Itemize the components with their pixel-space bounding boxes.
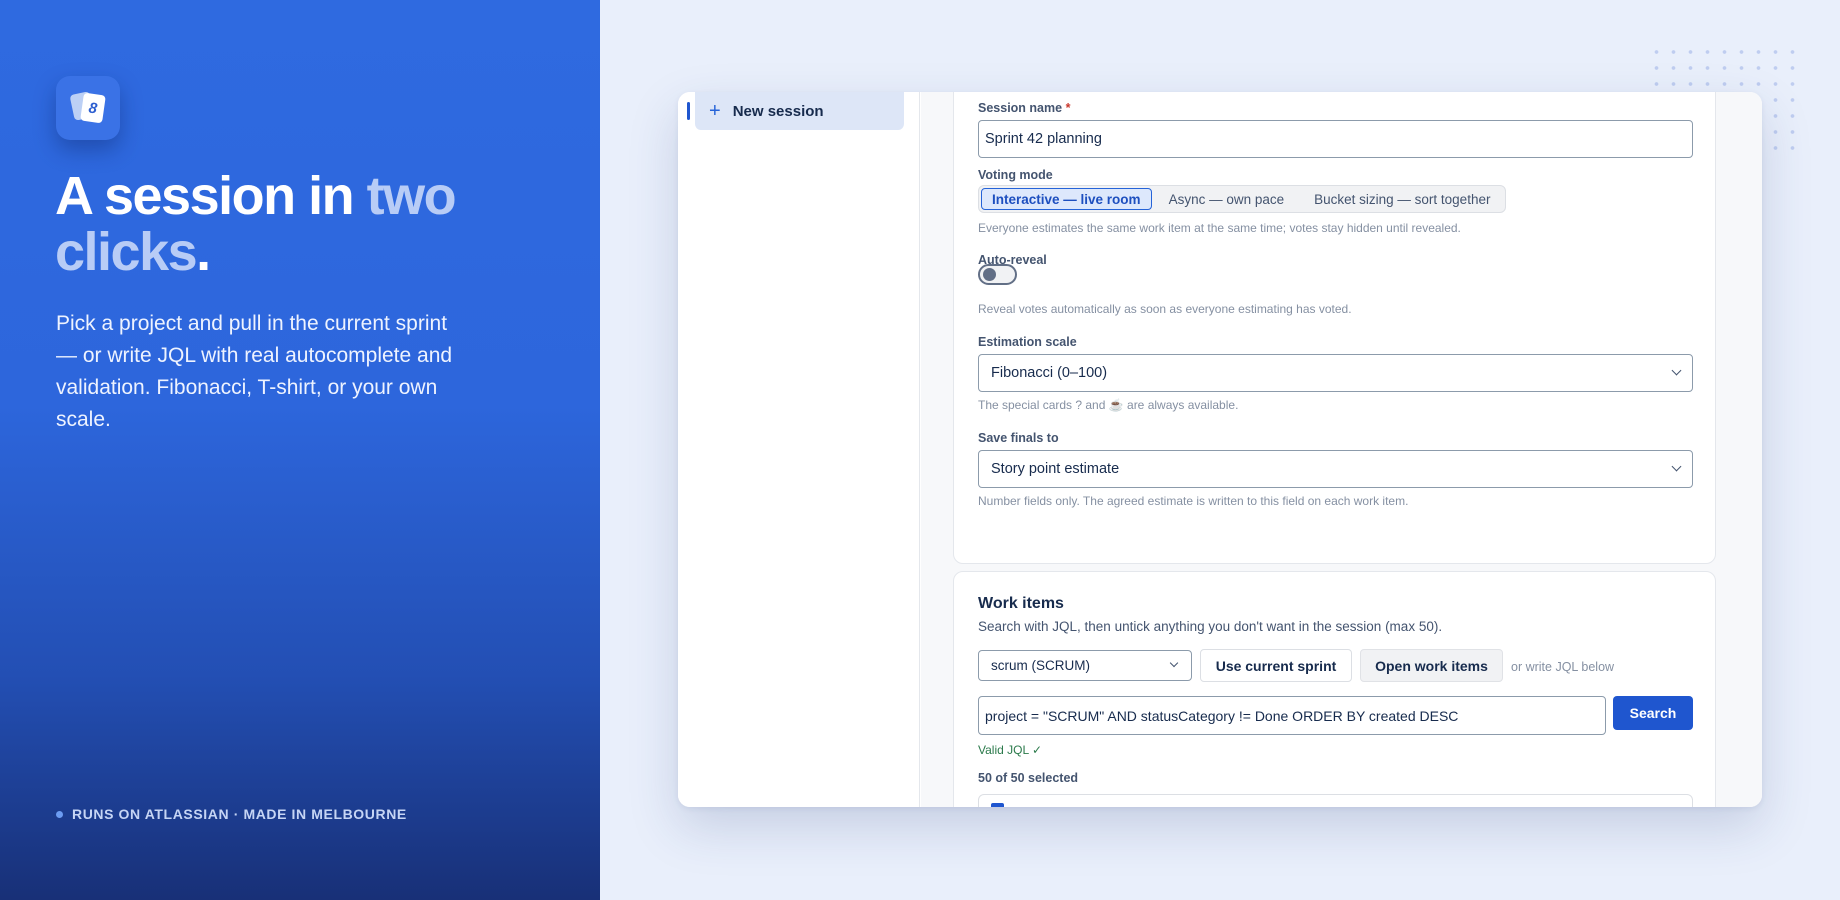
estimation-scale-select[interactable]: Fibonacci (0–100): [978, 354, 1693, 392]
required-mark: *: [1065, 101, 1071, 115]
logo-card-front: 8: [80, 92, 106, 124]
save-finals-value: Story point estimate: [991, 461, 1120, 477]
work-items-title: Work items: [978, 595, 1064, 612]
chevron-down-icon: [1671, 365, 1682, 376]
voting-mode-help: Everyone estimates the same work item at…: [978, 221, 1461, 235]
app-window: + New session Session name * Sprint 42 p…: [678, 92, 1762, 807]
hero-lead: Pick a project and pull in the current s…: [56, 312, 453, 431]
voting-mode-segmented-control: Interactive — live room Async — own pace…: [978, 185, 1507, 213]
project-select-value: scrum (SCRUM): [991, 658, 1090, 673]
hero-title-main: A session in: [55, 166, 367, 226]
main-content: Session name * Sprint 42 planning Voting…: [921, 92, 1762, 807]
save-finals-help: Number fields only. The agreed estimate …: [978, 494, 1409, 508]
sidebar: + New session: [678, 92, 920, 807]
plus-icon: +: [709, 100, 721, 122]
hero-panel: 8 A session in two clicks. Pick a project…: [0, 0, 600, 900]
chevron-down-icon: [1671, 461, 1682, 472]
or-write-jql-hint: or write JQL below: [1511, 660, 1615, 674]
jql-value: project = "SCRUM" AND statusCategory != …: [985, 707, 1459, 724]
estimation-scale-label: Estimation scale: [978, 335, 1077, 349]
chevron-down-icon: [1169, 658, 1179, 668]
session-name-input[interactable]: Sprint 42 planning: [978, 120, 1693, 158]
voting-mode-label: Voting mode: [978, 168, 1053, 182]
voting-mode-async[interactable]: Async — own pace: [1156, 188, 1298, 210]
sidebar-item-label: New session: [732, 102, 824, 120]
app-logo: 8: [56, 76, 120, 140]
hero-title-end: .: [196, 222, 211, 282]
save-finals-select[interactable]: Story point estimate: [978, 450, 1693, 488]
work-items-subtitle: Search with JQL, then untick anything yo…: [978, 619, 1443, 634]
estimation-scale-help: The special cards ? and ☕ are always ava…: [978, 398, 1239, 412]
voting-mode-bucket[interactable]: Bucket sizing — sort together: [1301, 188, 1503, 210]
toggle-knob: [983, 268, 996, 281]
jql-valid-status: Valid JQL ✓: [978, 743, 1043, 757]
auto-reveal-help: Reveal votes automatically as soon as ev…: [978, 302, 1352, 316]
session-name-label-text: Session name: [978, 101, 1063, 115]
save-finals-label: Save finals to: [978, 431, 1059, 445]
hero-footer-text: RUNS ON ATLASSIAN · MADE IN MELBOURNE: [72, 806, 407, 822]
hero-title: A session in two clicks.: [55, 168, 575, 280]
hero-footer: RUNS ON ATLASSIAN · MADE IN MELBOURNE: [56, 806, 407, 822]
project-select[interactable]: scrum (SCRUM): [978, 650, 1192, 681]
work-items-list: [978, 794, 1693, 807]
work-items-panel: Work items Search with JQL, then untick …: [953, 571, 1716, 807]
auto-reveal-toggle[interactable]: [978, 264, 1017, 285]
voting-mode-interactive[interactable]: Interactive — live room: [981, 188, 1152, 210]
sidebar-item-new-session[interactable]: + New session: [695, 92, 904, 130]
open-work-items-button[interactable]: Open work items: [1360, 649, 1503, 682]
session-name-label: Session name *: [978, 101, 1070, 115]
use-current-sprint-button[interactable]: Use current sprint: [1200, 649, 1352, 682]
selected-count: 50 of 50 selected: [978, 771, 1079, 785]
search-button[interactable]: Search: [1613, 696, 1693, 730]
nav-active-indicator: [687, 102, 690, 120]
session-settings-panel: Session name * Sprint 42 planning Voting…: [953, 92, 1716, 564]
hero-title-accent: two: [366, 166, 457, 226]
estimation-scale-value: Fibonacci (0–100): [991, 365, 1108, 381]
jql-input[interactable]: project = "SCRUM" AND statusCategory != …: [978, 696, 1606, 735]
bullet-dot-icon: [56, 810, 63, 818]
session-name-value: Sprint 42 planning: [985, 131, 1102, 147]
hero-title-accent-2: clicks: [55, 222, 198, 282]
select-all-checkbox[interactable]: [991, 803, 1004, 807]
